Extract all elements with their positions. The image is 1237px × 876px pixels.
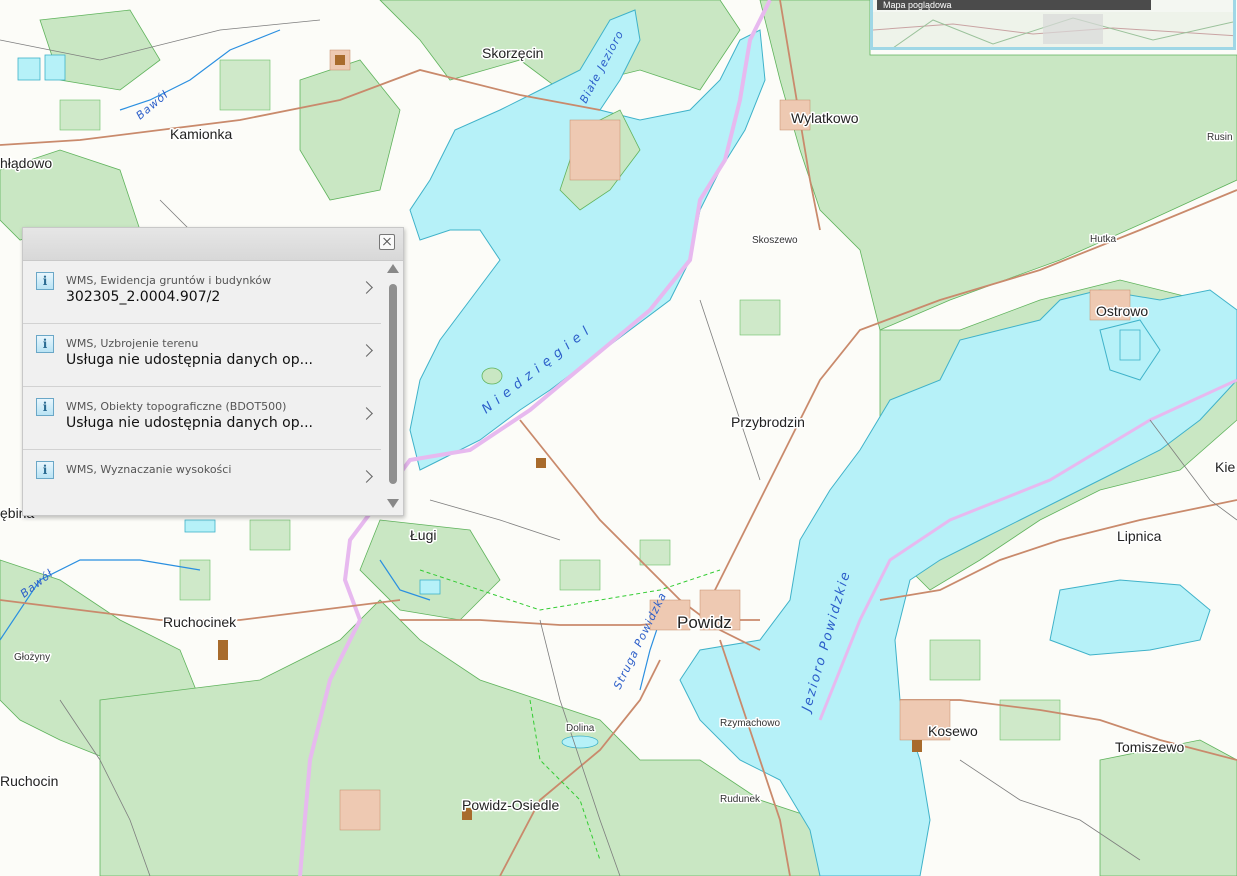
result-item-wysokosci[interactable]: i WMS, Wyznaczanie wysokości: [23, 450, 381, 512]
scroll-thumb[interactable]: [389, 284, 397, 484]
label-hladowo: hłądowo: [0, 155, 52, 171]
info-icon: i: [36, 398, 54, 416]
label-lugi: Ługi: [410, 527, 436, 543]
label-kosewo: Kosewo: [928, 723, 978, 739]
label-tomiszewo: Tomiszewo: [1115, 739, 1184, 755]
chevron-right-icon: [360, 407, 373, 420]
result-layer-name: WMS, Ewidencja gruntów i budynków: [66, 274, 272, 287]
label-rzymachowo: Rzymachowo: [720, 718, 780, 729]
result-layer-name: WMS, Obiekty topograficzne (BDOT500): [66, 400, 287, 413]
info-icon: i: [36, 461, 54, 479]
chevron-right-icon: [360, 470, 373, 483]
info-icon: i: [36, 272, 54, 290]
chevron-right-icon: [360, 344, 373, 357]
result-layer-name: WMS, Uzbrojenie terenu: [66, 337, 199, 350]
scroll-up-icon[interactable]: [387, 264, 399, 273]
label-ostrowo: Ostrowo: [1096, 303, 1148, 319]
result-value: Usługa nie udostępnia danych op...: [66, 415, 313, 431]
label-kamionka: Kamionka: [170, 126, 232, 142]
scroll-down-icon[interactable]: [387, 499, 399, 508]
close-icon[interactable]: [379, 234, 395, 250]
overview-map[interactable]: Mapa poglądowa: [870, 0, 1236, 50]
label-przybrodzin: Przybrodzin: [731, 414, 805, 430]
result-value: Usługa nie udostępnia danych op...: [66, 352, 313, 368]
popup-scrollbar[interactable]: [386, 264, 400, 508]
label-skorzecin: Skorzęcin: [482, 45, 543, 61]
result-item-uzbrojenie[interactable]: i WMS, Uzbrojenie terenu Usługa nie udos…: [23, 324, 381, 387]
label-dolina: Dolina: [566, 723, 595, 734]
chevron-right-icon: [360, 281, 373, 294]
label-lipnica: Lipnica: [1117, 528, 1162, 544]
label-glozyny: Głożyny: [14, 652, 50, 663]
info-icon: i: [36, 335, 54, 353]
result-layer-name: WMS, Wyznaczanie wysokości: [66, 463, 232, 476]
label-rusin: Rusin: [1207, 132, 1233, 143]
label-rudunek: Rudunek: [720, 794, 761, 805]
identify-popup: i WMS, Ewidencja gruntów i budynków 3023…: [22, 227, 404, 516]
label-skoszewo: Skoszewo: [752, 235, 798, 246]
result-item-bdot500[interactable]: i WMS, Obiekty topograficzne (BDOT500) U…: [23, 387, 381, 450]
label-ruchocinek: Ruchocinek: [163, 614, 237, 630]
label-wylatkowo: Wylatkowo: [791, 110, 859, 126]
result-value: 302305_2.0004.907/2: [66, 289, 221, 305]
label-kie: Kie: [1215, 459, 1235, 475]
result-item-ewidencja[interactable]: i WMS, Ewidencja gruntów i budynków 3023…: [23, 261, 381, 324]
label-powidz-osiedle: Powidz-Osiedle: [462, 797, 559, 813]
label-powidz: Powidz: [677, 613, 732, 632]
label-ruchocin: Ruchocin: [0, 773, 58, 789]
result-list: i WMS, Ewidencja gruntów i budynków 3023…: [23, 261, 381, 512]
overview-map-image: [873, 12, 1233, 47]
popup-header: [23, 228, 403, 261]
label-hutka: Hutka: [1090, 234, 1117, 245]
